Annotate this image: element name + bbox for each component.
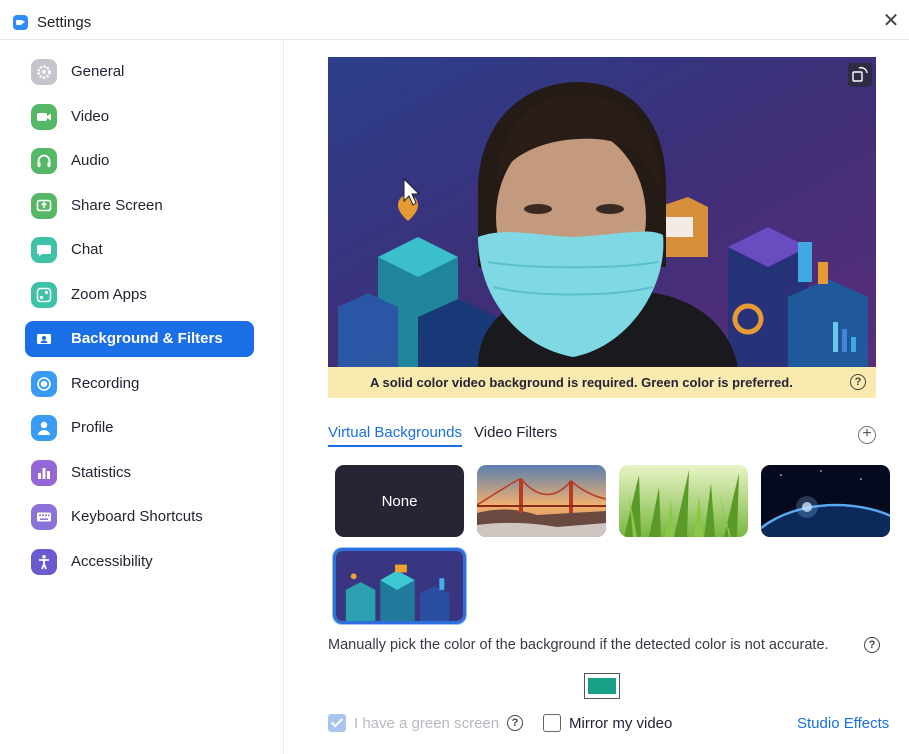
sidebar-item-video[interactable]: Video <box>25 99 254 135</box>
sidebar-item-audio[interactable]: Audio <box>25 143 254 179</box>
apps-icon <box>31 282 57 308</box>
chat-bubble-icon <box>31 237 57 263</box>
portrait-icon <box>31 326 57 352</box>
manual-pick-text: Manually pick the color of the backgroun… <box>328 637 829 653</box>
sidebar-item-label: Profile <box>71 419 114 436</box>
video-preview <box>328 57 876 367</box>
sidebar-item-label: Keyboard Shortcuts <box>71 508 203 525</box>
window-title: Settings <box>37 14 92 31</box>
record-icon <box>31 371 57 397</box>
sidebar-item-keyboard-shortcuts[interactable]: Keyboard Shortcuts <box>25 499 254 535</box>
green-screen-label: I have a green screen <box>354 715 500 732</box>
background-option-golden-gate-bridge[interactable] <box>477 465 606 537</box>
mirror-video-label: Mirror my video <box>569 715 673 732</box>
studio-effects-link[interactable]: Studio Effects <box>797 715 889 732</box>
background-option-none[interactable]: None <box>335 465 464 537</box>
settings-sidebar: General Video Audio Share Screen Chat Zo… <box>0 40 284 754</box>
help-icon[interactable]: ? <box>850 374 866 390</box>
tab-virtual-backgrounds[interactable]: Virtual Backgrounds <box>328 424 462 447</box>
close-icon[interactable]: ✕ <box>880 10 902 32</box>
sidebar-item-label: Audio <box>71 152 110 169</box>
gear-icon <box>31 59 57 85</box>
sidebar-item-label: Recording <box>71 375 140 392</box>
sidebar-item-label: Statistics <box>71 464 132 481</box>
share-screen-icon <box>31 193 57 219</box>
title-bar: Settings ✕ <box>0 0 909 40</box>
headphones-icon <box>31 148 57 174</box>
keyboard-icon <box>31 504 57 530</box>
background-none-label: None <box>381 493 418 510</box>
sidebar-item-label: Background & Filters <box>71 330 223 347</box>
mirror-video-checkbox[interactable] <box>543 714 561 732</box>
sidebar-item-profile[interactable]: Profile <box>25 410 254 446</box>
green-screen-checkbox[interactable] <box>328 714 346 732</box>
background-color-picker[interactable] <box>584 673 620 699</box>
sidebar-item-label: Share Screen <box>71 197 163 214</box>
sidebar-item-chat[interactable]: Chat <box>25 232 254 268</box>
sidebar-item-label: Accessibility <box>71 553 153 570</box>
background-option-isometric-city[interactable] <box>333 548 466 624</box>
help-icon[interactable]: ? <box>507 715 523 731</box>
sidebar-item-zoom-apps[interactable]: Zoom Apps <box>25 277 254 313</box>
sidebar-item-label: Video <box>71 108 110 125</box>
sidebar-item-recording[interactable]: Recording <box>25 366 254 402</box>
background-warning: A solid color video background is requir… <box>328 367 876 398</box>
background-option-earth-from-space[interactable] <box>761 465 890 537</box>
sidebar-item-general[interactable]: General <box>25 54 254 90</box>
background-option-grass[interactable] <box>619 465 748 537</box>
sidebar-item-label: Chat <box>71 241 103 258</box>
sidebar-item-statistics[interactable]: Statistics <box>25 455 254 491</box>
sidebar-item-label: Zoom Apps <box>71 286 147 303</box>
sidebar-item-accessibility[interactable]: Accessibility <box>25 544 254 580</box>
add-background-icon[interactable]: + <box>858 426 876 444</box>
warning-text: A solid color video background is requir… <box>370 375 793 390</box>
tab-video-filters[interactable]: Video Filters <box>474 424 557 445</box>
preview-image <box>328 57 876 367</box>
video-camera-icon <box>31 104 57 130</box>
sidebar-item-label: General <box>71 63 125 80</box>
accessibility-icon <box>31 549 57 575</box>
sidebar-item-share-screen[interactable]: Share Screen <box>25 188 254 224</box>
person-icon <box>31 415 57 441</box>
bar-chart-icon <box>31 460 57 486</box>
sidebar-item-background-filters[interactable]: Background & Filters <box>25 321 254 357</box>
help-icon[interactable]: ? <box>864 637 880 653</box>
selected-color-swatch <box>588 678 616 694</box>
zoom-app-icon <box>13 15 28 30</box>
